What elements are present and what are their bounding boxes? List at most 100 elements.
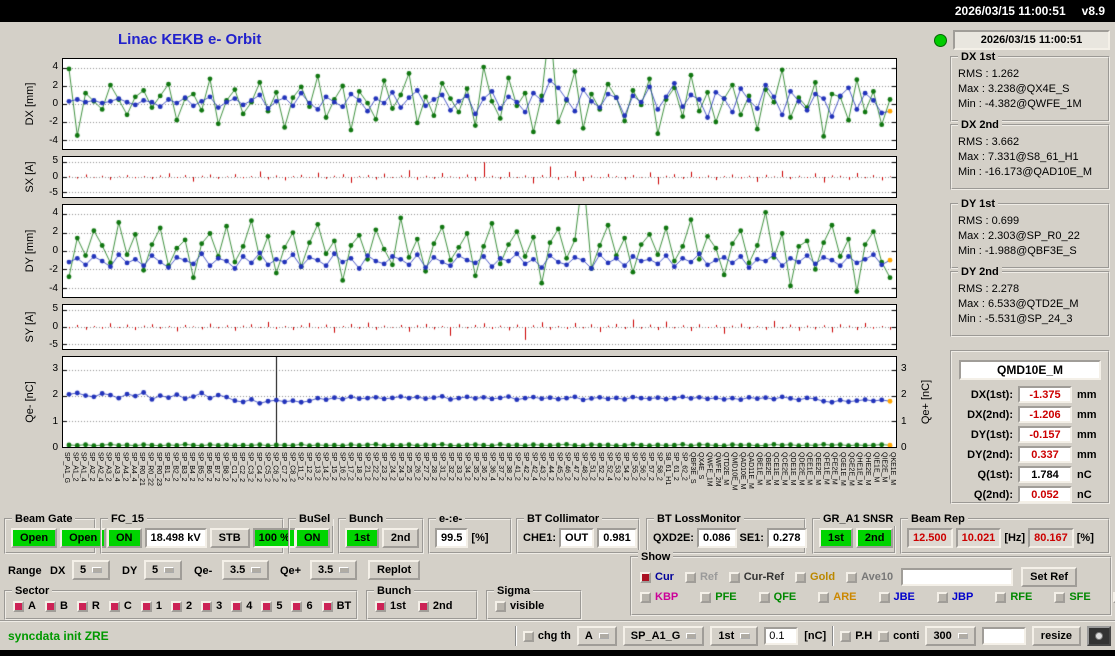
group-title: BT Collimator bbox=[524, 512, 603, 526]
bpm-select[interactable]: SP_A1_G bbox=[622, 626, 705, 646]
chart-dy[interactable] bbox=[62, 204, 897, 298]
stat-title: DY 2nd bbox=[958, 265, 1002, 279]
x-axis-label: SP_54_2 bbox=[622, 452, 630, 481]
resize-button[interactable]: resize bbox=[1031, 626, 1081, 646]
gr-a1-2nd-button[interactable]: 2nd bbox=[855, 527, 894, 548]
show-checkbox-cur-ref[interactable]: Cur-Ref bbox=[728, 571, 784, 583]
x-axis-label: SP_52_2 bbox=[597, 452, 604, 481]
busel-on-button[interactable]: ON bbox=[295, 527, 330, 548]
x-axis-label: SP_A2_2 bbox=[88, 452, 96, 482]
chart-sy[interactable] bbox=[62, 304, 897, 350]
checkbox-icon bbox=[261, 600, 273, 612]
chart-qe[interactable] bbox=[62, 356, 897, 448]
sector-checkbox-4[interactable]: 4 bbox=[231, 600, 252, 612]
x-axis-label: SP_36_4 bbox=[488, 452, 496, 481]
x-axis-label: QDE2E_M bbox=[797, 452, 805, 486]
x-axis-label: SP_B3_2 bbox=[179, 452, 187, 482]
x-axis-label: SP_C7_2 bbox=[279, 452, 287, 482]
sector-checkbox-2[interactable]: 2 bbox=[170, 600, 192, 612]
x-axis-label: SP_47_2 bbox=[571, 452, 579, 481]
fc15-on-button[interactable]: ON bbox=[107, 527, 142, 548]
camera-icon[interactable] bbox=[1087, 626, 1111, 646]
show-checkbox-ave10[interactable]: Ave10 bbox=[846, 571, 893, 583]
x-axis-label: SP_33_2 bbox=[455, 452, 463, 481]
fc15-stb-button[interactable]: STB bbox=[209, 527, 250, 548]
bunch-checkbox-2nd[interactable]: 2nd bbox=[417, 600, 452, 612]
sector-checkbox-b[interactable]: B bbox=[44, 600, 68, 612]
show-checkbox-are[interactable]: ARE bbox=[818, 591, 857, 603]
show-checkbox-pfe-label: PFE bbox=[715, 591, 737, 603]
sector-checkbox-3[interactable]: 3 bbox=[201, 600, 222, 612]
sector-checkbox-6[interactable]: 6 bbox=[291, 600, 313, 612]
sector-checkbox-a[interactable]: A bbox=[13, 600, 36, 612]
show-checkbox-cur[interactable]: Cur bbox=[640, 571, 674, 583]
sector-checkbox-r[interactable]: R bbox=[76, 600, 100, 612]
checkbox-icon bbox=[140, 600, 152, 612]
x-axis-label: S8_61_H1 bbox=[663, 452, 671, 486]
x-axis-label: SP_24_2 bbox=[388, 452, 396, 481]
chart-canvas-qe[interactable] bbox=[63, 357, 896, 447]
range-qem-select[interactable]: 3.5 bbox=[222, 560, 270, 580]
range-qep-select[interactable]: 3.5 bbox=[310, 560, 358, 580]
sector-checkbox-bt[interactable]: BT bbox=[321, 600, 351, 612]
x-axis-label: SP_44_2 bbox=[546, 452, 554, 481]
show-checkbox-jbe[interactable]: JBE bbox=[878, 591, 915, 603]
x-axis-label: SP_41_2 bbox=[513, 452, 521, 481]
ref-file-input[interactable] bbox=[901, 568, 1014, 586]
chart-canvas-sx[interactable] bbox=[63, 157, 896, 197]
show-checkbox-sfe[interactable]: SFE bbox=[1054, 591, 1091, 603]
beam-gate-open-button-1[interactable]: Open bbox=[11, 527, 58, 548]
bunch-2nd-button[interactable]: 2nd bbox=[381, 527, 420, 548]
show-checkbox-gold[interactable]: Gold bbox=[795, 571, 835, 583]
gr-a1-1st-button[interactable]: 1st bbox=[819, 527, 853, 548]
set-ref-button[interactable]: Set Ref bbox=[1021, 567, 1078, 587]
x-axis-label: SP_11_2 bbox=[296, 452, 304, 481]
replot-button[interactable]: Replot bbox=[368, 560, 421, 580]
y-axis-tick: -4 bbox=[49, 282, 58, 294]
bpm-row-unit: mm bbox=[1077, 408, 1097, 421]
bpm-row-value: -1.375 bbox=[1018, 386, 1072, 403]
chart-dx[interactable] bbox=[62, 58, 897, 150]
x-axis-label: QIE2E_M bbox=[880, 452, 888, 483]
bunch-checkbox-1st[interactable]: 1st bbox=[375, 600, 406, 612]
sector-checkbox-c[interactable]: C bbox=[108, 600, 132, 612]
show-checkbox-jbp[interactable]: JBP bbox=[936, 591, 973, 603]
show-checkbox-are-label: ARE bbox=[833, 591, 857, 603]
chart-sx[interactable] bbox=[62, 156, 897, 198]
x-axis-label: SP_26_2 bbox=[413, 452, 421, 481]
separator bbox=[514, 626, 517, 646]
threshold-input[interactable] bbox=[764, 627, 799, 645]
bunch-1st-button[interactable]: 1st bbox=[345, 527, 379, 548]
stat-box-dx-1st: DX 1st RMS : 1.262 Max : 3.238@QX4E_S Mi… bbox=[950, 50, 1110, 122]
show-checkbox-gold-label: Gold bbox=[810, 571, 836, 583]
sigma-checkbox-visible[interactable]: visible bbox=[495, 600, 544, 612]
sector-checkbox-5[interactable]: 5 bbox=[261, 600, 282, 612]
ph-checkbox[interactable]: P.H bbox=[840, 630, 872, 642]
show-checkbox-rfe[interactable]: RFE bbox=[995, 591, 1032, 603]
range-dx-select[interactable]: 5 bbox=[72, 560, 111, 580]
x-axis-label: SP_22_2 bbox=[371, 452, 379, 481]
interval-select[interactable]: 300 bbox=[925, 626, 976, 646]
bpm-row: Q(2nd): 0.052 nC bbox=[952, 486, 1108, 503]
checkbox-icon bbox=[231, 600, 243, 612]
chart-canvas-dx[interactable] bbox=[63, 59, 896, 149]
sector-checkbox-1[interactable]: 1 bbox=[140, 600, 162, 612]
show-checkbox-qfe[interactable]: QFE bbox=[758, 591, 796, 603]
chart-canvas-dy[interactable] bbox=[63, 205, 896, 297]
show-checkbox-ref[interactable]: Ref bbox=[684, 571, 718, 583]
range-qep-label: Qe+ bbox=[280, 565, 302, 577]
x-axis-label: SP_C2_2 bbox=[238, 452, 246, 482]
x-axis-label: SP_46_2 bbox=[563, 452, 571, 481]
bunch-number-select[interactable]: 1st bbox=[710, 626, 759, 646]
checkbox-icon bbox=[321, 600, 333, 612]
chg-th-channel-select[interactable]: A bbox=[576, 626, 617, 646]
show-checkbox-kbp[interactable]: KBP bbox=[640, 591, 678, 603]
blank-input[interactable] bbox=[981, 627, 1026, 645]
conti-checkbox[interactable]: conti bbox=[878, 630, 919, 642]
chart-canvas-sy[interactable] bbox=[63, 305, 896, 349]
chg-th-checkbox[interactable]: chg th bbox=[522, 630, 571, 642]
show-checkbox-pfe[interactable]: PFE bbox=[700, 591, 737, 603]
bpm-row: DY(1st): -0.157 mm bbox=[952, 426, 1108, 443]
range-dy-select[interactable]: 5 bbox=[144, 560, 183, 580]
x-axis-label: SP_16_2 bbox=[338, 452, 346, 481]
